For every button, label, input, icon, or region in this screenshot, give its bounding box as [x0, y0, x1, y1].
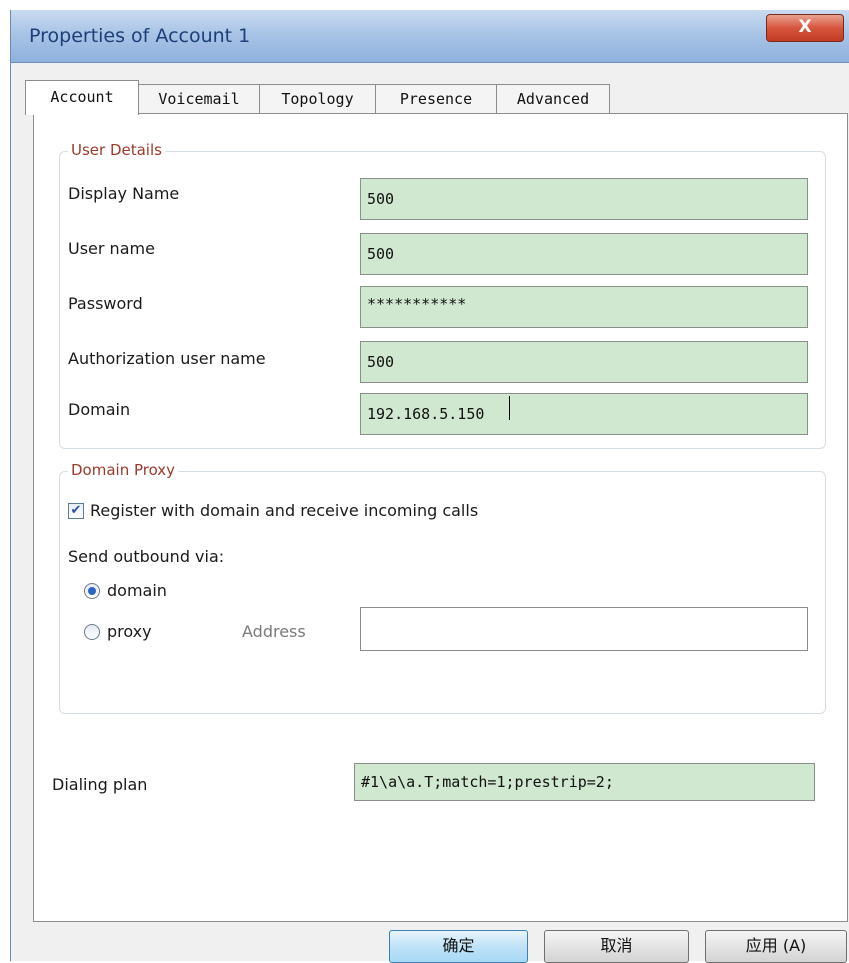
display-name-field[interactable]: 500 — [360, 178, 808, 220]
user-name-field[interactable]: 500 — [360, 233, 808, 275]
tab-account[interactable]: Account — [25, 80, 139, 115]
address-field[interactable] — [360, 607, 808, 651]
radio-proxy-label[interactable]: proxy — [107, 622, 152, 641]
checkmark-icon: ✔ — [70, 503, 82, 518]
account-tab-panel: User Details Display Name 500 User name … — [33, 113, 848, 922]
radio-selected-dot — [88, 587, 96, 595]
display-name-label: Display Name — [68, 184, 180, 203]
radio-domain[interactable] — [84, 583, 100, 599]
radio-domain-label[interactable]: domain — [107, 581, 167, 600]
dialing-plan-label: Dialing plan — [52, 775, 148, 794]
dialing-plan-field[interactable]: #1\a\a.T;match=1;prestrip=2; — [354, 763, 815, 801]
ok-button[interactable]: 确定 — [389, 930, 528, 963]
tab-advanced[interactable]: Advanced — [496, 84, 610, 114]
domain-proxy-legend: Domain Proxy — [68, 461, 179, 479]
radio-proxy[interactable] — [84, 624, 100, 640]
cancel-button[interactable]: 取消 — [544, 930, 689, 963]
auth-user-name-label: Authorization user name — [68, 349, 266, 368]
apply-button[interactable]: 应用 (A) — [705, 930, 847, 963]
send-outbound-label: Send outbound via: — [68, 547, 225, 566]
user-details-legend: User Details — [68, 141, 165, 159]
address-label: Address — [242, 622, 306, 641]
tab-voicemail[interactable]: Voicemail — [138, 84, 260, 114]
text-cursor — [509, 396, 510, 420]
user-name-label: User name — [68, 239, 155, 258]
register-checkbox[interactable]: ✔ — [68, 503, 84, 519]
title-bar[interactable]: Properties of Account 1 X — [11, 10, 849, 63]
close-button[interactable]: X — [766, 14, 844, 42]
register-checkbox-label[interactable]: Register with domain and receive incomin… — [90, 501, 478, 520]
window-title: Properties of Account 1 — [29, 25, 251, 47]
auth-user-name-field[interactable]: 500 — [360, 341, 808, 383]
domain-field[interactable]: 192.168.5.150 — [360, 393, 808, 435]
password-field[interactable]: *********** — [360, 286, 808, 328]
tab-topology[interactable]: Topology — [259, 84, 376, 114]
properties-dialog: Properties of Account 1 X Account Voicem… — [10, 10, 849, 963]
tab-presence[interactable]: Presence — [375, 84, 497, 114]
domain-label: Domain — [68, 400, 131, 419]
password-label: Password — [68, 294, 143, 313]
